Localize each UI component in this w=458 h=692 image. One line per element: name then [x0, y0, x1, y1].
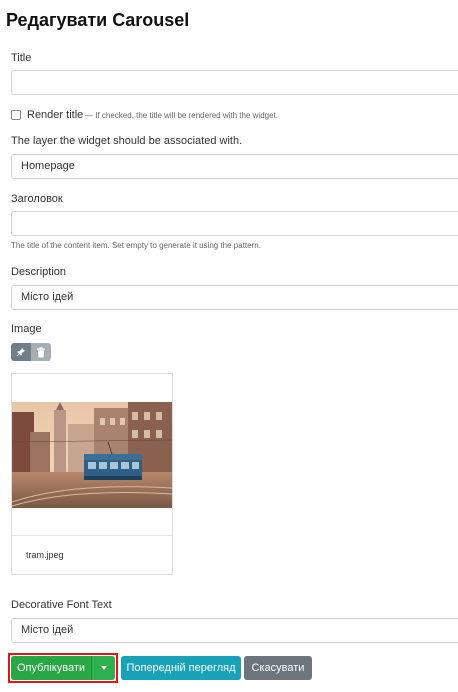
card-divider: [12, 535, 172, 536]
image-label: Image: [11, 323, 42, 335]
caret-down-icon: [100, 666, 107, 671]
delete-image-button[interactable]: [31, 343, 51, 361]
pin-icon: [16, 348, 25, 357]
render-title-label: Render title: [27, 109, 84, 121]
preview-button[interactable]: Попередній перегляд: [121, 656, 241, 680]
heading-label: Заголовок: [11, 193, 63, 205]
cancel-button[interactable]: Скасувати: [244, 656, 312, 680]
layer-label: The layer the widget should be associate…: [11, 135, 243, 147]
pin-button[interactable]: [11, 343, 31, 361]
title-label: Title: [11, 52, 32, 64]
image-thumbnail: [12, 402, 172, 508]
publish-button[interactable]: Опублікувати: [11, 656, 91, 680]
render-title-checkbox[interactable]: [11, 110, 21, 120]
render-title-hint: — If checked, the title will be rendered…: [85, 111, 278, 120]
image-filename: tram.jpeg: [26, 550, 64, 560]
description-input[interactable]: Місто ідей: [11, 285, 458, 310]
description-label: Description: [11, 266, 67, 278]
trash-icon: [37, 346, 45, 357]
layer-select[interactable]: Homepage: [11, 154, 458, 179]
heading-input[interactable]: [11, 211, 458, 236]
decorative-label: Decorative Font Text: [11, 599, 112, 611]
decorative-input[interactable]: Місто ідей: [11, 618, 458, 643]
image-card[interactable]: tram.jpeg: [11, 373, 173, 575]
page-title: Редагувати Carousel: [6, 10, 190, 30]
publish-dropdown-toggle[interactable]: [91, 656, 115, 680]
title-input[interactable]: [11, 70, 458, 95]
heading-hint: The title of the content item. Set empty…: [11, 241, 261, 250]
